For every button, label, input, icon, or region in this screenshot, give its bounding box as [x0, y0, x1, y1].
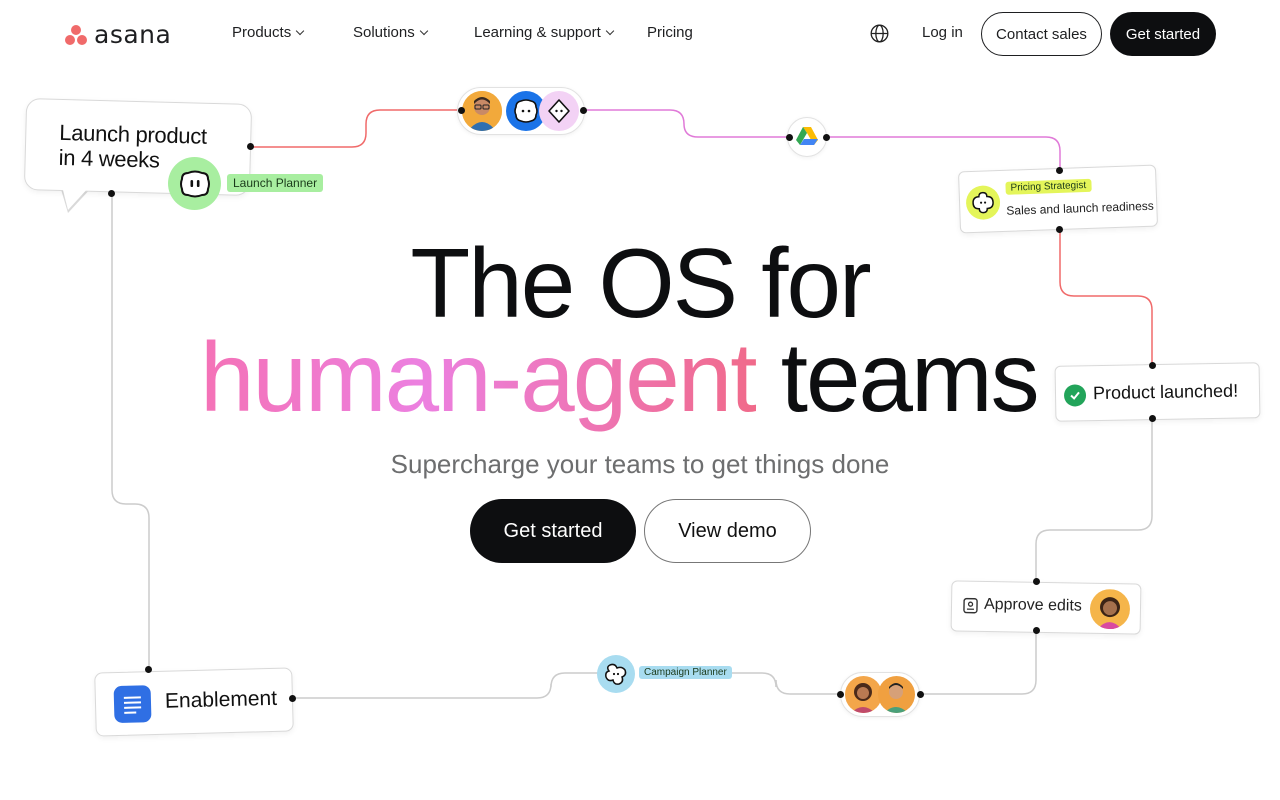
asana-wordmark: asana: [94, 20, 172, 49]
connector-dot: [247, 143, 254, 150]
checkmark-icon: [1063, 384, 1087, 407]
product-launched-card: Product launched!: [1054, 362, 1261, 422]
campaign-planner-agent-icon: [597, 655, 635, 693]
launch-planner-agent-icon: [168, 157, 221, 210]
get-started-nav-button[interactable]: Get started: [1110, 12, 1216, 56]
nav-learning-support[interactable]: Learning & support: [474, 24, 615, 41]
hero-subtitle: Supercharge your teams to get things don…: [390, 449, 890, 479]
nav-pricing-label: Pricing: [647, 24, 693, 41]
hero-headline-line-2: human-agent teams: [200, 322, 1040, 432]
connector-dot: [289, 695, 296, 702]
nav-pricing[interactable]: Pricing: [647, 24, 693, 41]
connector-dot: [1033, 627, 1040, 634]
launch-line-1: Launch product: [59, 119, 208, 149]
pricing-strategist-card: Pricing Strategist Sales and launch read…: [957, 164, 1159, 234]
approve-edits-card: Approve edits: [950, 580, 1142, 635]
connector-dot: [1149, 415, 1156, 422]
view-demo-button[interactable]: View demo: [644, 499, 811, 563]
nav-products[interactable]: Products: [232, 24, 305, 41]
connector-dot: [458, 107, 465, 114]
speech-bubble-tail: [62, 186, 90, 210]
connector-dot: [1033, 578, 1040, 585]
person-avatar: [845, 676, 882, 713]
document-icon: [113, 685, 152, 724]
chevron-down-icon: [295, 26, 305, 35]
approval-icon: [963, 597, 978, 614]
person-avatar: [462, 91, 502, 131]
asana-logo[interactable]: asana: [64, 20, 171, 49]
top-navigation: asana Products Solutions Learning & supp…: [0, 0, 1280, 68]
globe-icon[interactable]: [869, 23, 890, 44]
chevron-down-icon: [605, 26, 615, 35]
connector-dot: [1149, 362, 1156, 369]
hero-dark-text: teams: [780, 322, 1040, 432]
approve-edits-text: Approve edits: [983, 595, 1083, 615]
hero-gradient-text: human-agent: [200, 322, 758, 432]
nav-solutions[interactable]: Solutions: [353, 24, 428, 41]
google-drive-icon: [796, 127, 818, 145]
nav-learning-support-label: Learning & support: [474, 24, 601, 41]
pricing-agent-icon: [965, 185, 1001, 221]
pricing-card-text: Sales and launch readiness: [1006, 198, 1154, 218]
contact-sales-button[interactable]: Contact sales: [981, 12, 1102, 56]
login-link[interactable]: Log in: [922, 24, 963, 41]
asana-logo-icon: [64, 24, 88, 46]
connector-dot: [917, 691, 924, 698]
person-avatar: [878, 676, 915, 713]
enablement-card: Enablement: [94, 667, 294, 737]
connector-dot: [580, 107, 587, 114]
connector-dot: [145, 666, 152, 673]
campaign-planner-tag: Campaign Planner: [639, 666, 732, 679]
connector-dot: [1056, 226, 1063, 233]
connector-dot: [823, 134, 830, 141]
chat-agent-icon-pink: [539, 91, 579, 131]
chevron-down-icon: [419, 26, 428, 35]
connector-dot: [837, 691, 844, 698]
connector-dot: [108, 190, 115, 197]
connector-dot: [1056, 167, 1063, 174]
nav-solutions-label: Solutions: [353, 24, 415, 41]
connector-dot: [786, 134, 793, 141]
get-started-button[interactable]: Get started: [470, 499, 636, 563]
nav-products-label: Products: [232, 24, 292, 41]
product-launched-text: Product launched!: [1092, 380, 1239, 404]
launch-planner-tag: Launch Planner: [227, 174, 324, 192]
pricing-strategist-tag: Pricing Strategist: [1005, 178, 1092, 195]
enablement-text: Enablement: [164, 686, 278, 713]
person-avatar: [1089, 588, 1131, 630]
